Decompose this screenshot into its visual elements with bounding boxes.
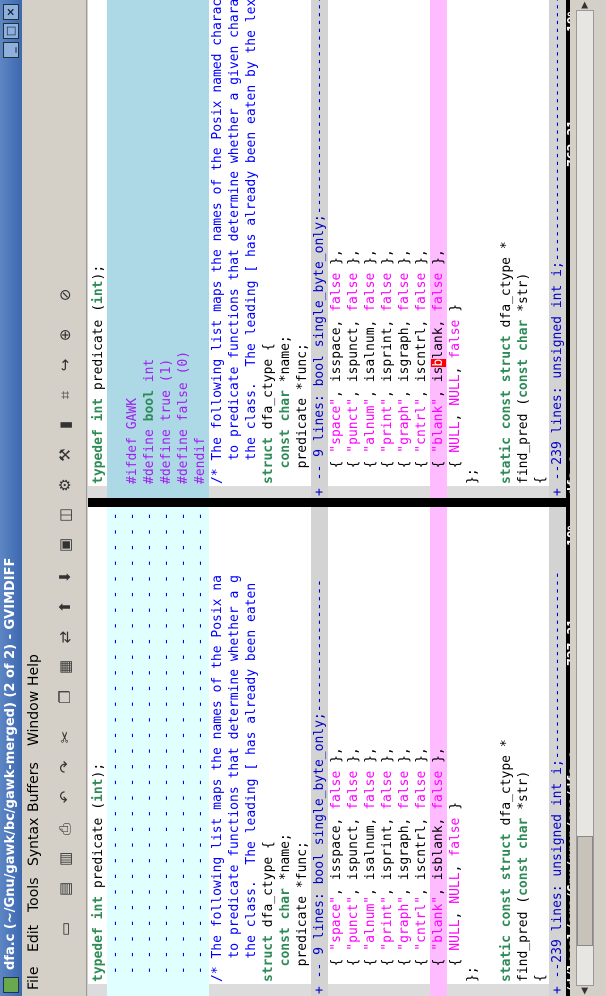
help-icon[interactable]: ⊕ (54, 324, 76, 346)
menu-edit[interactable]: Edit (26, 925, 42, 952)
replace-icon[interactable]: ⇄ (54, 626, 76, 648)
minimize-button[interactable]: _ (3, 42, 19, 58)
save-icon[interactable]: ▤ (54, 878, 76, 900)
code-line[interactable]: the class. The leading [ has already bee… (243, 575, 260, 982)
diff-added-line[interactable]: #ifdef GAWK (124, 0, 141, 498)
code-line[interactable]: const char *name; (277, 335, 294, 484)
code-line[interactable]: find_pred (const char *str) (515, 273, 532, 484)
code-line[interactable]: /* The following list maps the names of … (209, 0, 226, 484)
code-line[interactable]: { "punct", ispunct, false }, (345, 249, 362, 484)
menu-window[interactable]: Window (26, 691, 42, 746)
diff-filler-line[interactable]: - - - - - - - - - - - - - - - - - - - - … (124, 507, 141, 996)
scrollbar-thumb[interactable] (577, 836, 593, 946)
code-line[interactable]: static const struct dfa_ctype * (498, 739, 515, 982)
make-icon[interactable]: ⚒ (54, 444, 76, 466)
code-line[interactable]: struct dfa_ctype { (260, 343, 277, 484)
shell-icon[interactable]: ▮ (54, 414, 76, 436)
paste-icon[interactable]: ▦ (54, 656, 76, 678)
code-line[interactable]: find_pred (const char *str) (515, 771, 532, 982)
right-diff-pane[interactable]: typedef int predicate (int); #ifdef GAWK #… (88, 0, 566, 498)
code-line[interactable]: { (532, 974, 549, 982)
code-line[interactable]: { "punct", ispunct, false }, (345, 747, 362, 982)
code-line[interactable]: { "cntrl", iscntrl, false }, (413, 249, 430, 484)
run-script-icon[interactable]: ⚙ (54, 474, 76, 496)
code-line[interactable]: to predicate functions that determine wh… (226, 0, 243, 484)
find-prev-icon[interactable]: ⬇ (54, 566, 76, 588)
code-line[interactable]: { "space", isspace, false }, (328, 747, 345, 982)
code-line[interactable]: { "print", isprint, false }, (379, 747, 396, 982)
copy-icon[interactable]: ❐ (54, 686, 76, 708)
scroll-right-icon[interactable]: ▶ (576, 0, 594, 10)
diff-filler-line[interactable]: - - - - - - - - - - - - - - - - - - - - … (192, 507, 209, 996)
jump-tag-icon[interactable]: ↪ (54, 354, 76, 376)
code-line[interactable]: predicate *func; (294, 841, 311, 982)
menu-tools[interactable]: Tools (26, 878, 42, 913)
tag-icon[interactable]: ⌗ (54, 384, 76, 406)
code-line[interactable]: }; (464, 966, 481, 982)
print-icon[interactable]: ⎙ (54, 818, 76, 840)
code-line[interactable]: { "alnum", isalnum, false }, (362, 747, 379, 982)
code-line[interactable]: { NULL, NULL, false } (447, 304, 464, 484)
code-line[interactable]: }; (464, 468, 481, 484)
code-line[interactable]: { "graph", isgraph, false }, (396, 747, 413, 982)
diff-added-line[interactable]: #define bool int (141, 0, 158, 498)
code-line[interactable]: /* The following list maps the names of … (209, 575, 226, 982)
fold-line[interactable]: + --239 lines: unsigned int i;----------… (549, 0, 566, 498)
fold-line[interactable]: + -- 9 lines: bool single_byte_only;----… (311, 0, 328, 498)
code-line[interactable]: { "cntrl", iscntrl, false }, (413, 747, 430, 982)
code-line[interactable]: const char *name; (277, 833, 294, 982)
code-line[interactable]: { "graph", isgraph, false }, (396, 249, 413, 484)
load-session-icon[interactable]: ▣ (54, 534, 76, 556)
code-line[interactable]: typedef int predicate (int); (90, 265, 107, 484)
code-line[interactable]: { "print", isprint, false }, (379, 249, 396, 484)
code-line[interactable]: { "space", isspace, false }, (328, 249, 345, 484)
title-bar: dfa.c (~/Gnu/gawk/bc/gawk-merged) (2 of … (0, 0, 22, 996)
vertical-split-separator[interactable] (88, 498, 566, 507)
menu-file[interactable]: File (26, 967, 42, 990)
code-line[interactable]: { NULL, NULL, false } (447, 802, 464, 982)
code-line[interactable]: { (532, 476, 549, 484)
diff-added-line[interactable] (107, 0, 124, 498)
window-title: dfa.c (~/Gnu/gawk/bc/gawk-merged) (2 of … (3, 557, 18, 970)
code-line[interactable]: to predicate functions that determine wh… (226, 575, 243, 982)
maximize-button[interactable]: □ (3, 23, 19, 39)
redo-icon[interactable]: ↷ (54, 756, 76, 778)
diff-filler-line[interactable]: - - - - - - - - - - - - - - - - - - - - … (158, 507, 175, 996)
diff-added-line[interactable]: #define true (1) (158, 0, 175, 498)
left-diff-pane[interactable]: typedef int predicate (int); - - - - - -… (88, 507, 566, 996)
diff-added-line[interactable]: #define false (0) (175, 0, 192, 498)
find-help-icon[interactable]: ⊘ (54, 284, 76, 306)
menu-bar: File Edit Tools Syntax Buffers Window He… (22, 0, 46, 996)
diff-added-line[interactable]: #endif (192, 0, 209, 498)
code-line[interactable]: typedef int predicate (int); (90, 763, 107, 982)
diff-filler-line[interactable]: - - - - - - - - - - - - - - - - - - - - … (175, 507, 192, 996)
gvim-window: dfa.c (~/Gnu/gawk/bc/gawk-merged) (2 of … (0, 0, 606, 996)
fold-line[interactable]: + --239 lines: unsigned int i;----------… (549, 507, 566, 996)
diff-filler-line[interactable]: - - - - - - - - - - - - - - - - - - - - … (107, 507, 124, 996)
open-icon[interactable]: ▭ (54, 918, 76, 940)
code-line[interactable]: { "alnum", isalnum, false }, (362, 249, 379, 484)
code-line[interactable]: static const struct dfa_ctype * (498, 241, 515, 484)
undo-icon[interactable]: ↶ (54, 786, 76, 808)
scroll-left-icon[interactable]: ◀ (576, 986, 594, 996)
horizontal-scrollbar[interactable]: ◀ ▶ (570, 0, 606, 996)
toolbar: ▭ ▤ ▥ ⎙ ↶ ↷ ✂ ❐ ▦ ⇄ ⬆ ⬇ ▣ ◫ ⚙ ⚒ ▮ ⌗ ↪ ⊕ ⊘ (46, 0, 87, 996)
menu-syntax[interactable]: Syntax (26, 818, 42, 866)
code-line[interactable]: predicate *func; (294, 343, 311, 484)
save-all-icon[interactable]: ▥ (54, 848, 76, 870)
code-line[interactable]: struct dfa_ctype { (260, 841, 277, 982)
code-line[interactable]: the class. The leading [ has already bee… (243, 0, 260, 484)
close-button[interactable]: × (3, 4, 19, 20)
diff-editor: typedef int predicate (int); - - - - - -… (88, 0, 566, 996)
diff-changed-line[interactable]: { "blank", isblank, false }, (430, 507, 447, 996)
vim-app-icon[interactable] (3, 977, 19, 993)
cut-icon[interactable]: ✂ (54, 726, 76, 748)
fold-line[interactable]: + -- 9 lines: bool single_byte_only;----… (311, 507, 328, 996)
find-next-icon[interactable]: ⬆ (54, 596, 76, 618)
save-session-icon[interactable]: ◫ (54, 504, 76, 526)
menu-help[interactable]: Help (26, 654, 42, 686)
menu-buffers[interactable]: Buffers (26, 762, 42, 812)
diff-changed-line[interactable]: { "blank", isblank, false }, (430, 0, 447, 498)
diff-filler-line[interactable]: - - - - - - - - - - - - - - - - - - - - … (141, 507, 158, 996)
